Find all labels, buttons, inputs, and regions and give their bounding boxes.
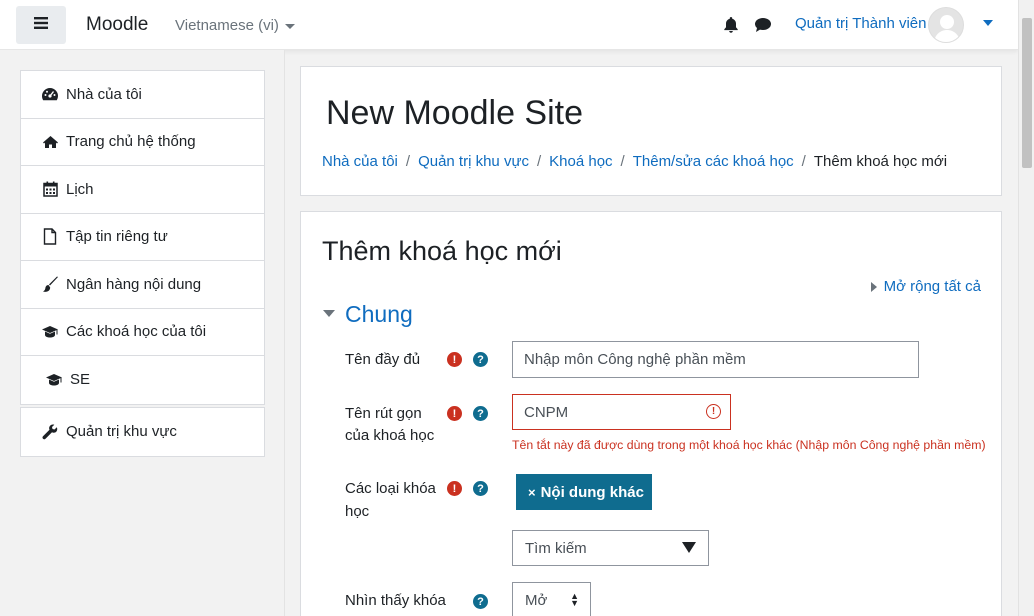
drawer-item-label: SE [70,371,91,389]
form-card: Thêm khoá học mới Mở rộng tất cả Chung T… [300,211,1002,616]
required-icon: ! [447,406,462,421]
drawer-item-site-home[interactable]: Trang chủ hệ thống [21,119,264,166]
shortname-label-line2: của khoá học [345,427,435,444]
drawer-item-private-files[interactable]: Tập tin riêng tư [21,214,264,261]
help-icon[interactable]: ? [473,594,488,609]
required-icon: ! [447,481,462,496]
drawer-item-label: Lịch [66,180,94,198]
breadcrumb-separator: / [405,153,411,170]
avatar[interactable] [928,7,964,43]
expand-all-link[interactable]: Mở rộng tất cả [870,278,981,295]
breadcrumb-current: Thêm khoá học mới [813,153,948,170]
drawer-item-label: Ngân hàng nội dung [66,275,202,293]
sort-arrows-icon: ▲ ▼ [570,591,579,608]
drawer-item-dashboard[interactable]: Nhà của tôi [21,71,264,119]
language-label: Vietnamese (vi) [175,17,279,34]
page-scrollbar[interactable] [1018,0,1034,616]
category-selected-tag[interactable]: × Nội dung khác [516,474,652,510]
paintbrush-icon [41,275,59,293]
drawer-item-label: Trang chủ hệ thống [66,133,196,151]
scrollbar-thumb[interactable] [1022,18,1032,168]
fullname-input[interactable] [512,341,919,378]
visibility-select[interactable]: Mở ▲ ▼ [512,582,591,616]
caret-right-icon [870,282,877,293]
breadcrumb-link[interactable]: Quản trị khu vực [418,153,529,170]
message-icon[interactable] [754,17,772,38]
page-title: Thêm khoá học mới [322,236,562,266]
drawer-admin-block: Quản trị khu vực [20,407,265,457]
shortname-input[interactable] [512,394,731,430]
wrench-icon [41,423,59,441]
help-icon[interactable]: ? [473,406,488,421]
dropdown-arrow-icon [682,542,696,553]
drawer-toggle-button[interactable] [16,6,66,44]
top-navbar: Moodle Vietnamese (vi) Quản trị Thành vi… [0,0,1018,50]
breadcrumb-separator: / [620,153,625,170]
chevron-down-icon [284,23,295,29]
file-icon [41,228,59,246]
breadcrumb-separator: / [536,153,542,170]
drawer-item-site-admin[interactable]: Quản trị khu vực [21,408,264,456]
drawer-item-course-se[interactable]: SE [21,356,264,404]
section-general-toggle[interactable]: Chung [323,301,413,328]
drawer-item-calendar[interactable]: Lịch [21,166,264,214]
nav-drawer: Nhà của tôi Trang chủ hệ thống Lịch Tập … [0,50,285,616]
dashboard-icon [41,85,59,103]
user-menu-name[interactable]: Quản trị Thành viên [795,15,926,32]
site-brand[interactable]: Moodle [86,14,148,36]
graduation-cap-icon [41,323,59,341]
drawer-item-content-bank[interactable]: Ngân hàng nội dung [21,261,264,309]
required-icon: ! [447,352,462,367]
shortname-label: Tên rút gọn [345,405,422,422]
hamburger-icon [34,16,48,34]
fullname-label: Tên đầy đủ [345,351,421,368]
graduation-cap-icon [45,371,63,389]
user-menu-chevron-icon[interactable] [983,20,993,26]
calendar-icon [41,180,59,198]
visibility-value: Mở [525,591,548,609]
site-title: New Moodle Site [326,94,584,132]
expand-all-label: Mở rộng tất cả [883,278,981,295]
drawer-item-my-courses[interactable]: Các khoá học của tôi [21,309,264,356]
category-search-placeholder: Tìm kiếm [525,539,587,557]
bell-icon[interactable] [723,16,739,39]
breadcrumb-link[interactable]: Thêm/sửa các khoá học [633,153,794,170]
breadcrumb: Nhà của tôi / Quản trị khu vực / Khoá học / Th… [322,153,947,170]
remove-icon: × [528,484,536,500]
help-icon[interactable]: ? [473,481,488,496]
shortname-error-message: Tên tắt này đã được dùng trong một khoá … [512,438,986,452]
category-search-select[interactable]: Tìm kiếm [512,530,709,566]
drawer-nav-block: Nhà của tôi Trang chủ hệ thống Lịch Tập … [20,70,265,405]
caret-down-icon [323,310,335,318]
category-label: Các loại khóa [345,480,436,497]
drawer-item-label: Quản trị khu vực [66,423,177,441]
visibility-label: Nhìn thấy khóa [345,592,446,609]
breadcrumb-link[interactable]: Nhà của tôi [322,153,398,170]
home-icon [41,133,59,151]
drawer-item-label: Nhà của tôi [66,85,142,103]
breadcrumb-separator: / [801,153,806,170]
breadcrumb-link[interactable]: Khoá học [549,153,612,170]
category-tag-label: Nội dung khác [540,483,644,501]
language-menu[interactable]: Vietnamese (vi) [175,17,295,34]
category-label-line2: học [345,503,370,520]
section-title: Chung [345,301,413,327]
drawer-item-label: Tập tin riêng tư [66,228,168,246]
page-header-card: New Moodle Site Nhà của tôi / Quản trị khu… [300,66,1002,196]
error-icon: ! [706,404,721,419]
help-icon[interactable]: ? [473,352,488,367]
drawer-item-label: Các khoá học của tôi [66,323,207,341]
